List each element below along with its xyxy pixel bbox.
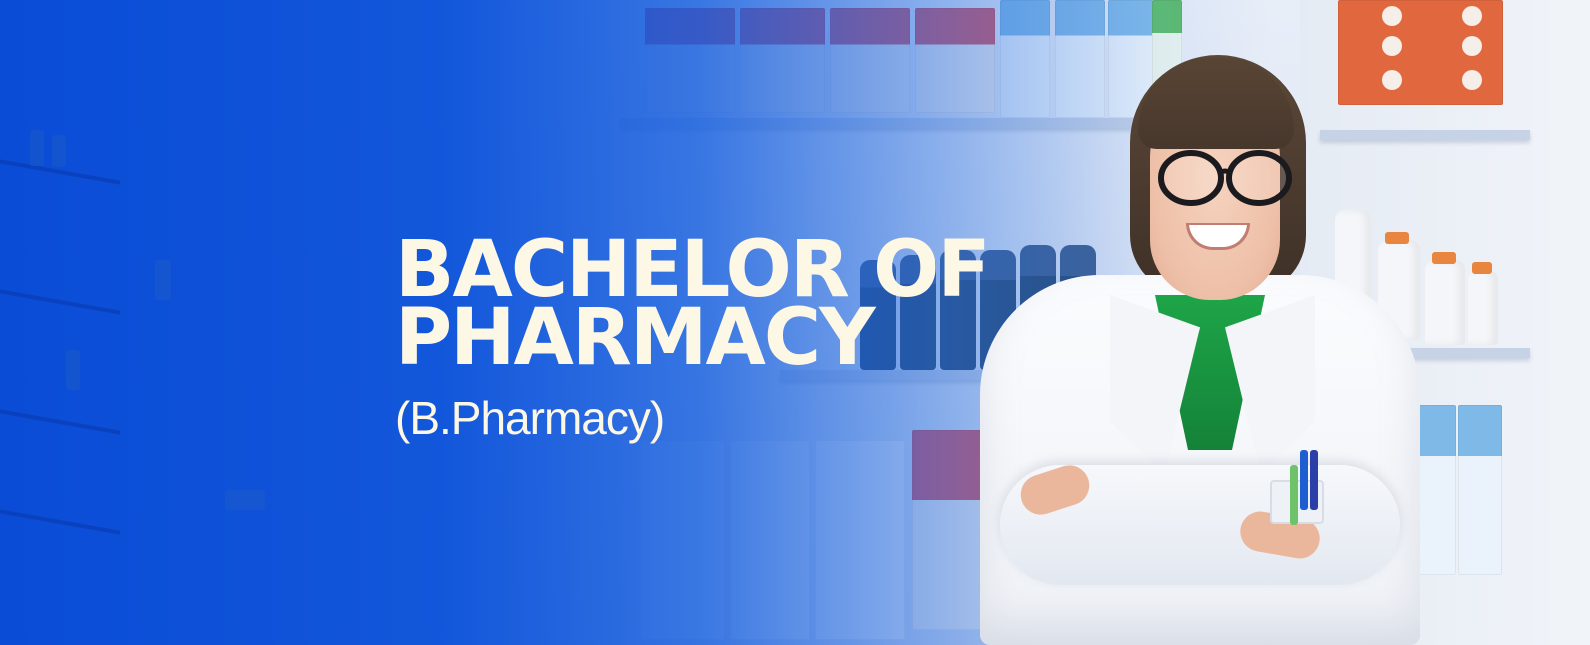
hair-fringe (1138, 57, 1294, 149)
pharmacist-figure (970, 45, 1430, 645)
banner-subtitle: (B.Pharmacy) (395, 392, 665, 444)
ghost-item (155, 260, 171, 300)
pen (1310, 450, 1318, 510)
banner-title: BACHELOR OF PHARMACY (395, 231, 991, 377)
pen (1290, 465, 1298, 525)
pen (1300, 450, 1308, 510)
ghost-item (30, 130, 44, 166)
ghost-item (52, 135, 66, 167)
ghost-item (225, 490, 265, 510)
ghost-item (66, 350, 80, 390)
hero-banner: BACHELOR OF PHARMACY (B.Pharmacy) (0, 0, 1590, 645)
glasses-icon (1158, 150, 1292, 206)
